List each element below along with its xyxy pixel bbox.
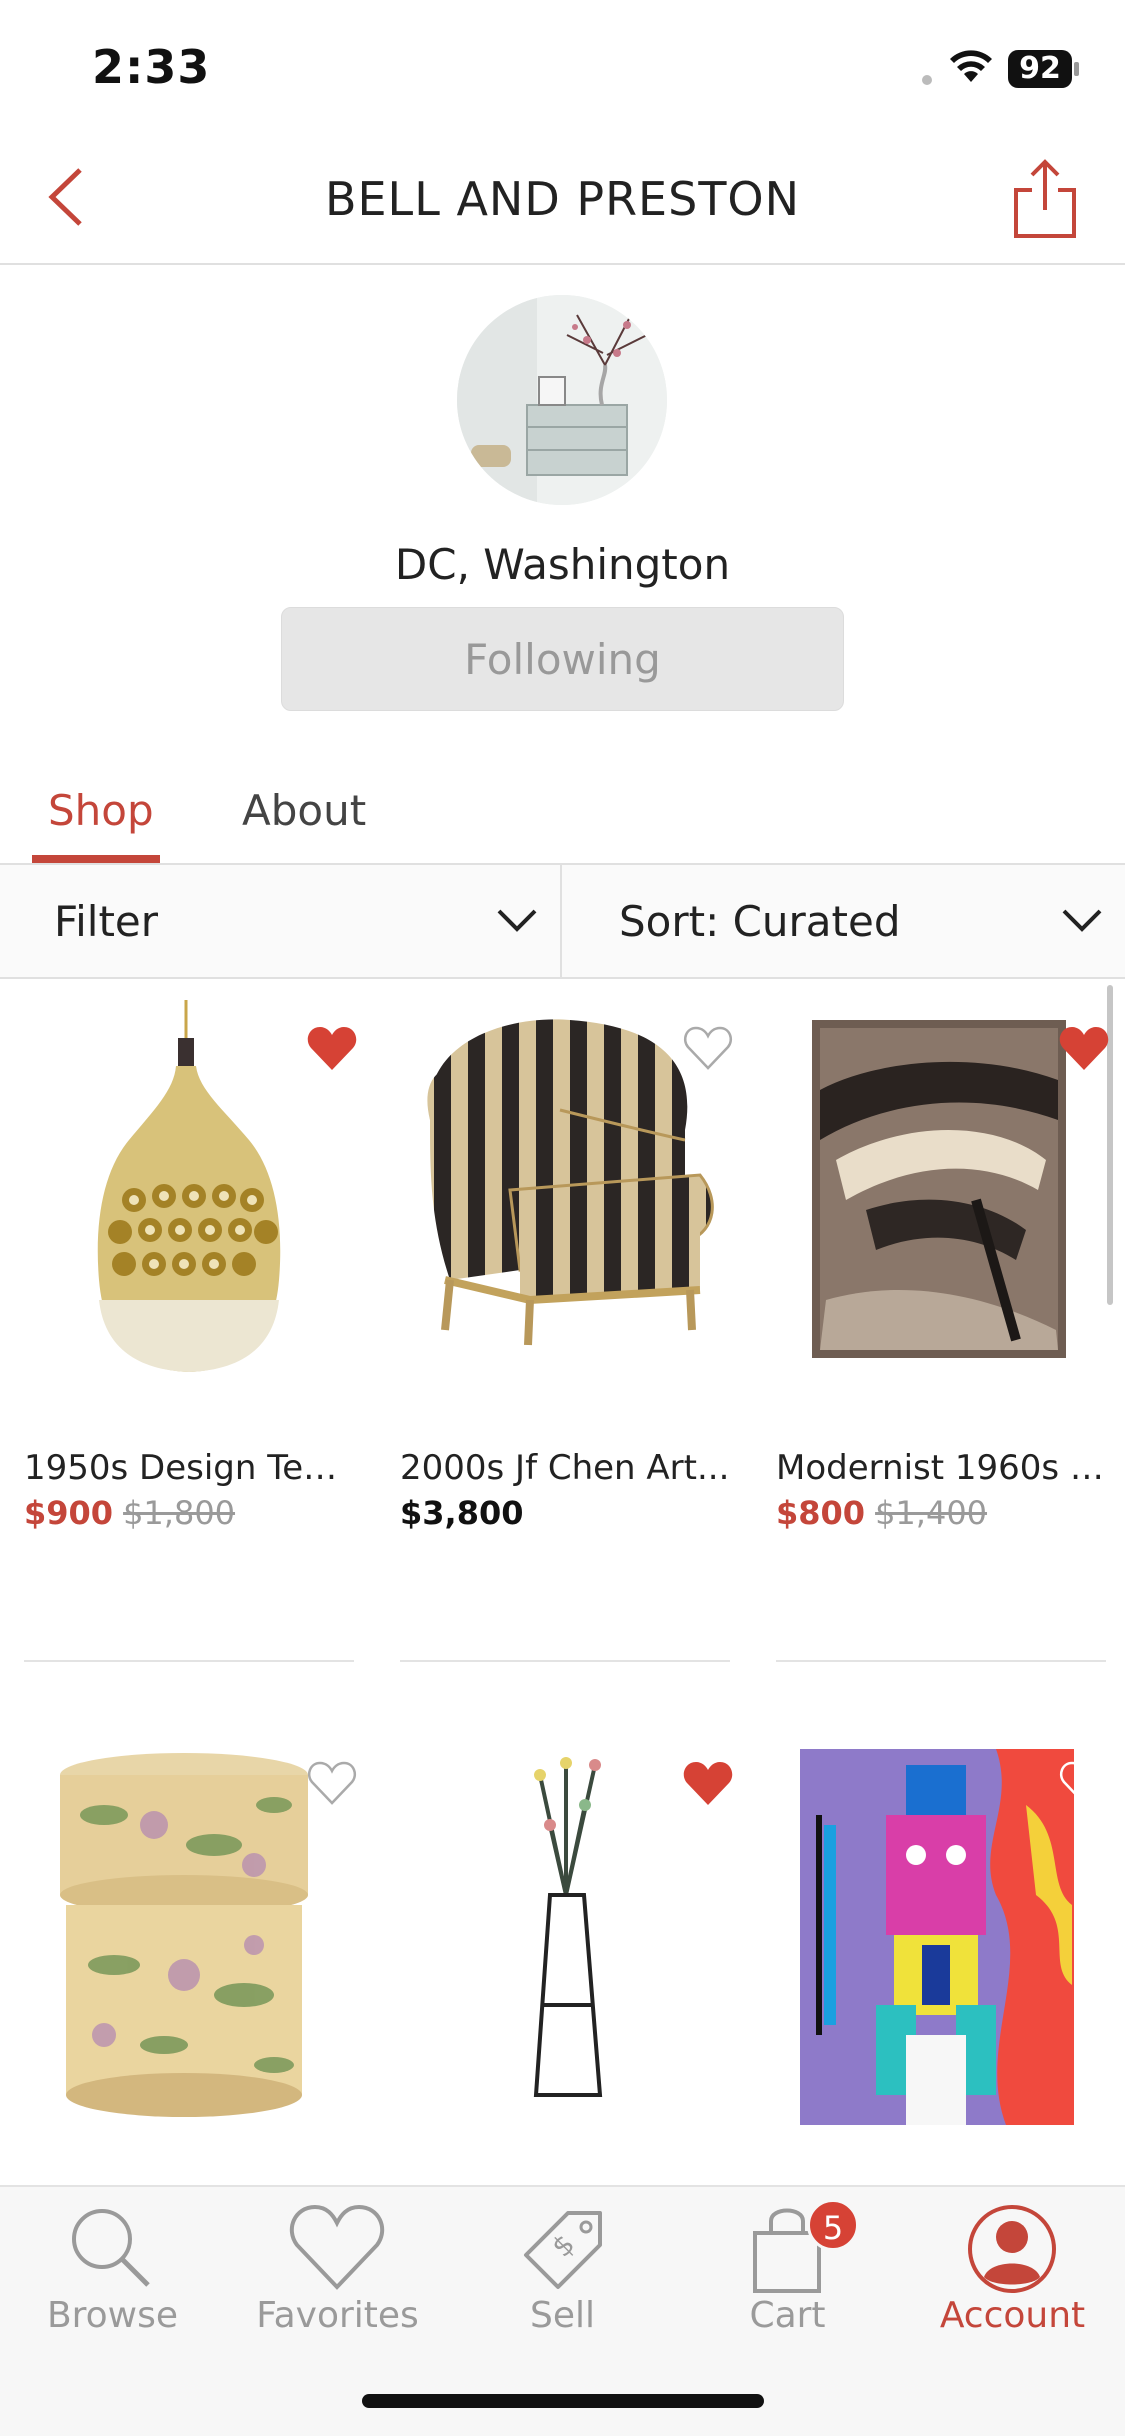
tab-cart-label: Cart — [749, 2295, 826, 2336]
tab-shop[interactable]: Shop — [48, 786, 154, 835]
status-time: 2:33 — [92, 40, 211, 94]
tab-account-label: Account — [939, 2295, 1086, 2336]
sale-price: $900 — [24, 1494, 114, 1532]
tab-sell[interactable]: $ Sell — [450, 2187, 675, 2367]
home-indicator — [362, 2394, 764, 2408]
tab-browse-label: Browse — [46, 2295, 179, 2336]
tab-favorites[interactable]: Favorites — [225, 2187, 450, 2367]
cart-count-badge: 5 — [807, 2199, 859, 2251]
status-bar: 2:33 92 — [0, 0, 1125, 130]
filter-label: Filter — [54, 897, 159, 946]
tab-sell-label: Sell — [529, 2295, 595, 2336]
sort-dropdown[interactable]: Sort: Curated — [563, 865, 1125, 977]
product-image — [800, 1749, 1074, 2125]
price-tag-icon: $ — [524, 2211, 602, 2289]
tab-account[interactable]: Account — [900, 2187, 1125, 2367]
product-name: 2000s Jf Chen Art... — [400, 1448, 730, 1488]
original-price: $1,800 — [123, 1494, 236, 1532]
product-image — [60, 1753, 308, 2117]
filter-sort-bar: Filter Sort: Curated — [0, 865, 1125, 979]
regular-price: $3,800 — [400, 1494, 524, 1532]
sale-price: $800 — [776, 1494, 866, 1532]
following-button[interactable]: Following — [281, 607, 844, 711]
product-image — [97, 1000, 281, 1372]
active-tab-indicator — [32, 855, 160, 863]
tab-about[interactable]: About — [242, 786, 366, 835]
page-title: BELL AND PRESTON — [324, 172, 801, 226]
heart-filled-icon[interactable] — [1058, 1024, 1110, 1072]
product-card[interactable] — [24, 1745, 356, 2185]
card-divider — [24, 1660, 354, 1662]
tab-cart[interactable]: 5 Cart — [675, 2187, 900, 2367]
chevron-down-icon — [1062, 909, 1102, 932]
product-card[interactable]: 2000s Jf Chen Art... $3,800 — [400, 1000, 732, 1662]
heart-icon — [289, 2204, 385, 2290]
product-image — [812, 1020, 1066, 1358]
product-card[interactable]: 1950s Design Tec... $900 $1,800 — [24, 1000, 357, 1662]
profile-tabs: Shop About — [0, 770, 1125, 865]
card-divider — [776, 1660, 1106, 1662]
product-price: $900 $1,800 — [24, 1494, 235, 1532]
product-image — [427, 1019, 714, 1346]
original-price: $1,400 — [875, 1494, 988, 1532]
share-icon[interactable] — [1012, 156, 1078, 240]
battery-icon: 92 — [1008, 50, 1072, 88]
privacy-dot — [922, 75, 932, 85]
seller-location: DC, Washington — [394, 540, 731, 589]
battery-cap — [1074, 62, 1079, 76]
heart-outline-icon[interactable] — [682, 1024, 734, 1072]
product-card[interactable] — [400, 1745, 733, 2185]
avatar — [457, 295, 667, 505]
product-price: $3,800 — [400, 1494, 523, 1532]
product-price: $800 $1,400 — [776, 1494, 987, 1532]
chevron-down-icon — [497, 909, 537, 932]
filter-dropdown[interactable]: Filter — [0, 865, 562, 977]
search-icon — [72, 2209, 150, 2287]
product-card[interactable] — [776, 1745, 1108, 2185]
heart-outline-icon[interactable] — [1058, 1759, 1110, 1807]
heart-outline-icon[interactable] — [306, 1759, 358, 1807]
card-divider — [400, 1660, 730, 1662]
user-icon — [968, 2205, 1056, 2293]
product-name: Modernist 1960s J... — [776, 1448, 1106, 1488]
avatar-image — [457, 295, 667, 505]
product-name: 1950s Design Tec... — [24, 1448, 354, 1488]
tab-favorites-label: Favorites — [256, 2295, 419, 2336]
wifi-icon — [950, 50, 992, 82]
heart-filled-icon[interactable] — [306, 1024, 358, 1072]
sort-label: Sort: Curated — [619, 897, 901, 946]
heart-filled-icon[interactable] — [682, 1759, 734, 1807]
product-card[interactable]: Modernist 1960s J... $800 $1,400 — [776, 1000, 1109, 1662]
product-image — [533, 1757, 603, 2097]
nav-bar: BELL AND PRESTON — [0, 130, 1125, 265]
tab-browse[interactable]: Browse — [0, 2187, 225, 2367]
